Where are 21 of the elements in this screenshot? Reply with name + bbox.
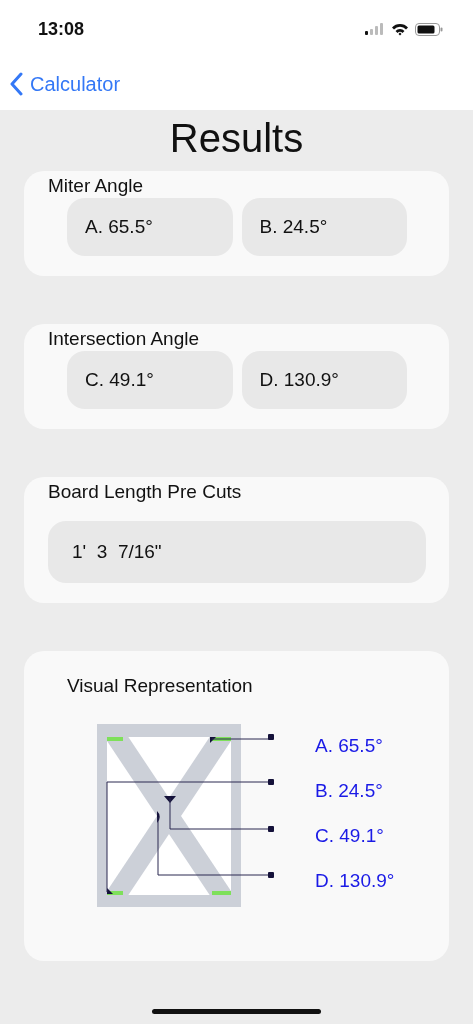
value-field: 1' 3 7/16" [48,521,426,583]
section-label: Intersection Angle [47,328,201,350]
page-title: Results [168,116,305,161]
angle-label: B. 24.5° [315,780,383,801]
leader-line [211,734,274,740]
angle-label: D. 130.9° [315,870,395,891]
chevron-left-icon [10,72,24,96]
signal-icon [365,23,385,35]
status-time: 13:08 [38,18,85,40]
section-label: Miter Angle [47,175,145,197]
value-field: D. 130.9° [241,351,407,409]
angle-label: A. 65.5° [315,735,383,756]
value-field: C. 49.1° [67,351,233,409]
wifi-icon [391,22,409,36]
battery-icon [415,22,443,36]
section-label: Board Length Pre Cuts [47,481,243,503]
value-field: A. 65.5° [67,198,233,256]
angle-label: C. 49.1° [315,825,384,846]
section-label: Visual Representation [66,674,254,697]
back-button[interactable]: Calculator [10,72,121,96]
value-field: B. 24.5° [241,198,407,256]
